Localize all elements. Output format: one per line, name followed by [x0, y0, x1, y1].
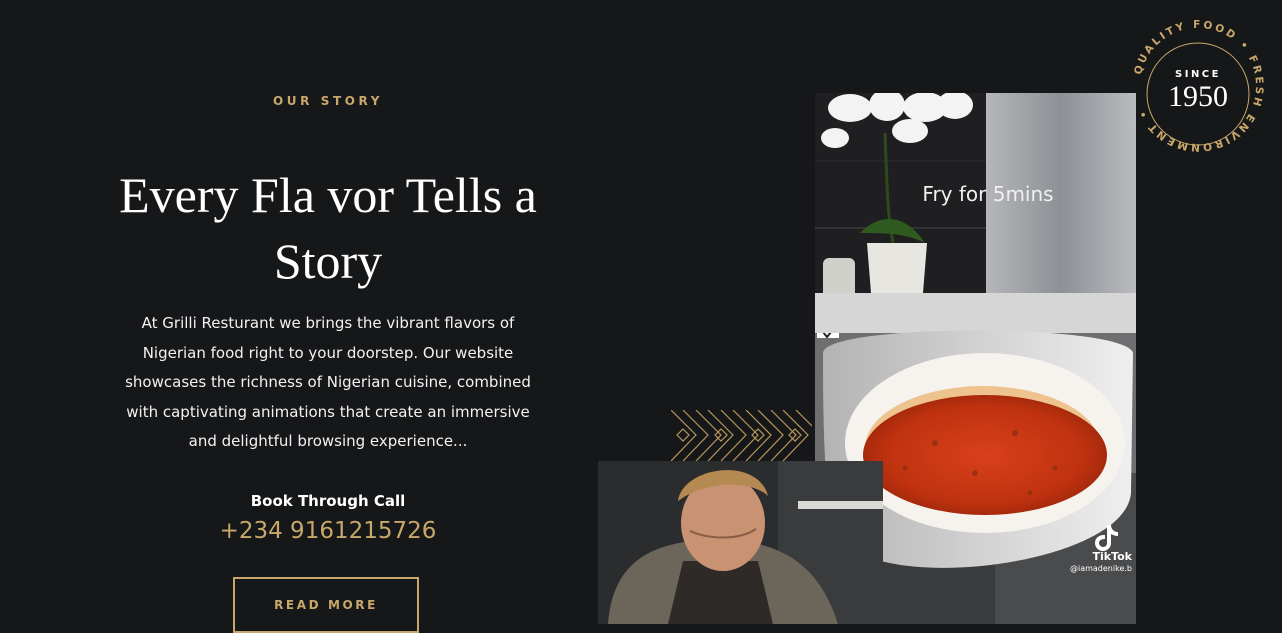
tiktok-brand: TikTok	[1092, 550, 1132, 563]
phone-link[interactable]: +234 9161215726	[90, 518, 566, 544]
section-description: At Grilli Resturant we brings the vibran…	[125, 314, 531, 450]
book-call-label: Book Through Call	[250, 492, 406, 510]
read-more-button[interactable]: READ MORE	[233, 577, 419, 633]
section-heading: Every Fla vor Tells a Story	[119, 167, 537, 289]
video-caption-text: Fry for 5mins	[922, 182, 1053, 206]
since-1950-seal: QUALITY FOOD • FRESH ENVIRONMENT • SINCE…	[1132, 19, 1262, 153]
tiktok-handle: @iamadenike.b	[1069, 564, 1132, 573]
section-eyebrow: OUR STORY	[272, 94, 384, 108]
seal-year: 1950	[1168, 80, 1228, 113]
chef-photo	[598, 461, 883, 624]
decorative-pattern	[671, 410, 812, 461]
chef-photo-illustration	[598, 461, 883, 624]
seal-since-label: SINCE	[1175, 69, 1221, 80]
